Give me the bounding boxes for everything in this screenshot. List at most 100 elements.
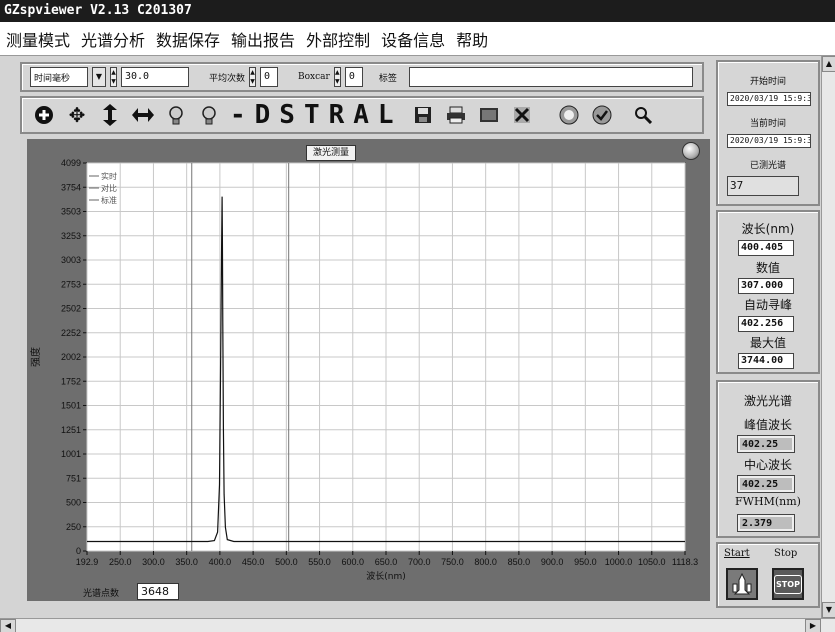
legend-label: 对比: [101, 183, 117, 193]
x-tick-label: 300.0: [142, 557, 165, 567]
points-value: 3648: [137, 583, 179, 600]
y-tick-label: 3253: [61, 231, 81, 241]
start-button[interactable]: [726, 568, 758, 600]
tag-input[interactable]: [408, 67, 693, 87]
stop-icon: STOP: [774, 574, 802, 594]
integration-spinner[interactable]: ▲ ▼: [110, 67, 117, 87]
vertical-scrollbar[interactable]: ▲ ▼: [821, 56, 835, 618]
avg-input[interactable]: 0: [260, 67, 279, 87]
y-tick-label: 1501: [61, 401, 81, 411]
scroll-right-icon[interactable]: ▶: [805, 619, 821, 632]
check-icon[interactable]: [590, 103, 614, 127]
boxcar-input[interactable]: 0: [344, 67, 363, 87]
spectrum-chart[interactable]: 4099 3754 3503 3253 3003 2753 2502 2252 2002 1752…: [27, 139, 710, 583]
wavelength-label: 波长(nm): [741, 222, 795, 236]
move-icon[interactable]: ✥: [65, 103, 89, 127]
x-tick-label: 650.0: [375, 557, 398, 567]
value-label: 数值: [755, 261, 780, 275]
x-tick-label: 500.0: [275, 557, 298, 567]
cursor-a-icon[interactable]: [164, 103, 188, 127]
y-tick-label: 1752: [61, 376, 81, 386]
x-tick-label: 350.0: [175, 557, 198, 567]
menu-help[interactable]: 帮助: [456, 27, 488, 51]
window-title: GZspviewer V2.13 C201307: [0, 0, 835, 22]
horizontal-scrollbar[interactable]: ◀ ▶: [0, 618, 835, 632]
save-icon[interactable]: [411, 103, 435, 127]
stop-button[interactable]: STOP: [772, 568, 804, 600]
x-tick-label: 250.0: [109, 557, 132, 567]
legend-label: 实时: [101, 171, 117, 181]
menu-device-info[interactable]: 设备信息: [381, 27, 445, 51]
plot-bottom-row: 光谱点数 3648: [27, 583, 710, 601]
y-tick-label: 1251: [61, 425, 81, 435]
magnify-icon[interactable]: [631, 103, 655, 127]
laser-spectrum-panel: 激光光谱 峰值波长 402.25 中心波长 402.25 FWHM(nm) 2.…: [716, 380, 820, 538]
menu-measure-mode[interactable]: 测量模式: [6, 27, 70, 51]
x-tick-label: 1000.0: [605, 557, 633, 567]
print-icon[interactable]: [444, 103, 468, 127]
laser-label: 激光光谱: [743, 394, 792, 408]
max-label: 最大值: [749, 336, 786, 350]
y-tick-label: 2753: [61, 279, 81, 289]
toolbar: ✥ -DSTRAL: [20, 96, 704, 134]
start-time-value: 2020/03/19 15:9:3:: [727, 92, 811, 106]
time-info-panel: 开始时间 2020/03/19 15:9:3: 当前时间 2020/03/19 …: [716, 60, 820, 206]
cursor-b-icon[interactable]: [197, 103, 221, 127]
y-tick-label: 2252: [61, 328, 81, 338]
x-tick-label: 600.0: [342, 557, 365, 567]
acquisition-controls: 时间毫秒 ▼ ▲ ▼ 30.0 平均次数 ▲ ▼ 0 Boxcar ▲ ▼ 0 标签: [20, 62, 704, 92]
menu-data-save[interactable]: 数据保存: [156, 27, 220, 51]
center-wl-label: 中心波长: [743, 458, 792, 472]
x-tick-label: 850.0: [508, 557, 531, 567]
mode-select[interactable]: 时间毫秒: [30, 67, 88, 87]
y-axis-label: 强度: [29, 347, 42, 367]
peak-wl-label: 峰值波长: [743, 418, 792, 432]
main-area: 时间毫秒 ▼ ▲ ▼ 30.0 平均次数 ▲ ▼ 0 Boxcar ▲ ▼ 0 标签 …: [0, 56, 835, 618]
x-tick-label: 800.0: [474, 557, 497, 567]
close-icon[interactable]: [510, 103, 534, 127]
image-icon[interactable]: [477, 103, 501, 127]
scroll-left-icon[interactable]: ◀: [0, 619, 16, 632]
wavelength-value: 400.405: [738, 240, 794, 256]
scroll-up-icon[interactable]: ▲: [822, 56, 835, 72]
vertical-zoom-icon[interactable]: [98, 103, 122, 127]
integration-time-input[interactable]: 30.0: [121, 67, 189, 87]
x-tick-label: 400.0: [209, 557, 232, 567]
y-tick-label: 3754: [61, 182, 81, 192]
run-control-panel: Start Stop STOP: [716, 542, 820, 608]
y-tick-label: 3503: [61, 207, 81, 217]
menu-external-control[interactable]: 外部控制: [306, 27, 370, 51]
menu-spectrum-analysis[interactable]: 光谱分析: [81, 27, 145, 51]
wavelength-panel: 波长(nm) 400.405 数值 307.000 自动寻峰 402.256 最…: [716, 210, 820, 374]
legend-label: 标准: [101, 195, 117, 205]
boxcar-label: Boxcar: [298, 72, 330, 82]
y-tick-label: 0: [76, 546, 81, 556]
y-tick-label: 2002: [61, 352, 81, 362]
x-tick-label: 192.9: [76, 557, 99, 567]
y-tick-label: 751: [66, 473, 81, 483]
horizontal-zoom-icon[interactable]: [131, 103, 155, 127]
y-tick-label: 4099: [61, 158, 81, 168]
x-tick-label: 950.0: [574, 557, 597, 567]
status-led-icon: [682, 142, 700, 160]
measured-label: 已测光谱: [749, 161, 786, 171]
avg-spinner[interactable]: ▲ ▼: [249, 67, 257, 87]
tag-label: 标签: [378, 73, 397, 84]
plus-circle-icon[interactable]: [32, 103, 56, 127]
info-icon[interactable]: [557, 103, 581, 127]
menu-output-report[interactable]: 输出报告: [231, 27, 295, 51]
value-value: 307.000: [738, 278, 794, 294]
start-time-label: 开始时间: [749, 77, 786, 87]
peak-wl-value: 402.25: [737, 435, 795, 453]
autopeak-value: 402.256: [738, 316, 794, 332]
stop-label: Stop: [774, 548, 798, 559]
avg-label: 平均次数: [209, 73, 246, 84]
scroll-down-icon[interactable]: ▼: [822, 602, 835, 618]
measured-value: 37: [727, 176, 799, 196]
y-tick-label: 3003: [61, 255, 81, 265]
x-tick-label: 550.0: [308, 557, 331, 567]
center-wl-value: 402.25: [737, 475, 795, 493]
y-tick-label: 500: [66, 498, 81, 508]
boxcar-spinner[interactable]: ▲ ▼: [333, 67, 341, 87]
mode-dropdown-arrow-icon[interactable]: ▼: [92, 67, 106, 87]
